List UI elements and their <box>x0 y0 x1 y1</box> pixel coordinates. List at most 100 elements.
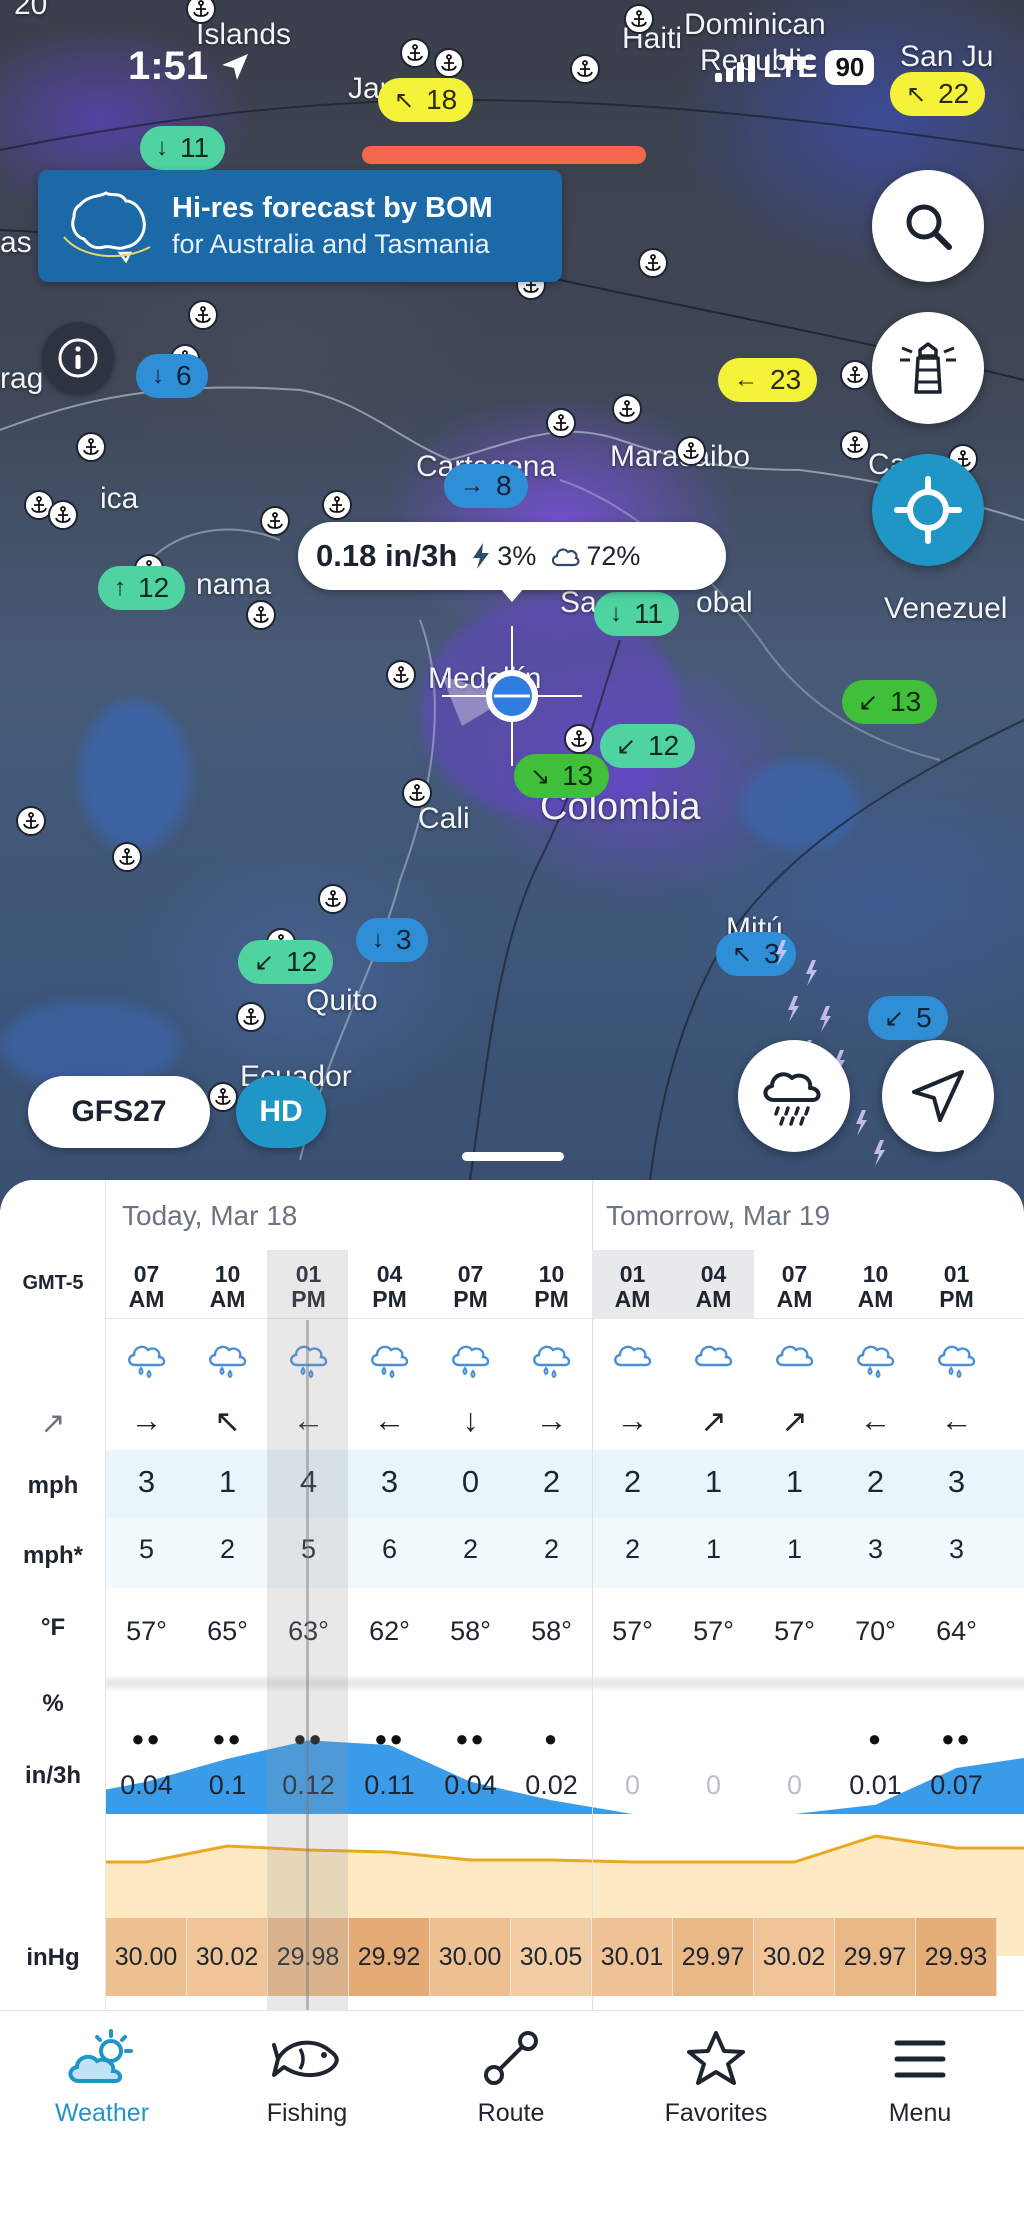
nav-fishing[interactable]: Fishing <box>222 2029 392 2128</box>
precipitation-chart <box>106 1740 1024 1814</box>
cloud-cover: 72% <box>550 541 640 572</box>
hour-cell[interactable]: 01 PM <box>916 1262 997 1312</box>
hour-period: AM <box>128 1286 165 1312</box>
timezone-label: GMT-5 <box>22 1272 84 1294</box>
hour-cell[interactable]: 07 AM <box>754 1262 835 1312</box>
wind-gust-value: 2 <box>219 1534 236 1564</box>
wind-gust-value: 3 <box>948 1534 965 1564</box>
hour-period: PM <box>372 1286 407 1312</box>
bom-forecast-banner[interactable]: Hi-res forecast by BOM for Australia and… <box>38 170 562 282</box>
nav-favorites[interactable]: Favorites <box>631 2029 801 2128</box>
nav-favorites-label: Favorites <box>664 2099 768 2127</box>
search-button[interactable] <box>872 170 984 282</box>
cloud-rain-icon <box>835 1332 916 1382</box>
pressure-value: 30.05 <box>511 1918 592 1996</box>
hour-value: 07 <box>781 1261 808 1287</box>
precipitation-value: 0.11 <box>364 1770 415 1800</box>
my-location-button[interactable] <box>872 454 984 566</box>
hour-cell[interactable]: 10 PM <box>511 1262 592 1312</box>
precip-drops: ●● <box>131 1726 162 1751</box>
precip-tooltip[interactable]: 0.18 in/3h 3% 72% <box>298 522 726 590</box>
wind-speed-label: mph <box>27 1472 79 1499</box>
info-button[interactable] <box>42 322 114 394</box>
hour-value: 10 <box>538 1261 565 1287</box>
forecast-sheet[interactable]: GMT-5 ↗ mph mph* °F % in/3h inHg Today, … <box>0 1180 1024 2010</box>
lightning-value: 3% <box>497 540 537 571</box>
nav-weather[interactable]: Weather <box>17 2029 187 2128</box>
app-root: 20 Islands Haiti Dominican Republic San … <box>0 0 1024 2219</box>
weather-map[interactable]: 20 Islands Haiti Dominican Republic San … <box>0 0 1024 1230</box>
lightning-chance: 3% <box>471 541 536 572</box>
precipitation-value: 0.04 <box>444 1770 497 1800</box>
cloud-icon <box>552 548 580 567</box>
wind-speed-value: 2 <box>623 1464 642 1499</box>
hour-value: 10 <box>862 1261 889 1287</box>
precipitation-value: 0 <box>786 1770 803 1800</box>
nav-route[interactable]: Route <box>426 2029 596 2128</box>
nav-route-label: Route <box>477 2099 545 2127</box>
cloud-icon <box>754 1332 835 1382</box>
status-indicators: LTE 90 <box>715 50 875 85</box>
tooltip-pointer <box>500 588 524 602</box>
hour-value: 07 <box>133 1261 160 1287</box>
status-time: 1:51 <box>128 44 209 88</box>
bom-banner-text: Hi-res forecast by BOM for Australia and… <box>172 192 493 260</box>
hour-cell[interactable]: 04 AM <box>673 1262 754 1312</box>
cloud-rain-icon <box>106 1332 187 1382</box>
temperature-value: 57° <box>693 1616 734 1646</box>
hour-cell[interactable]: 04 PM <box>349 1262 430 1312</box>
model-selector-button[interactable]: GFS27 <box>28 1076 210 1148</box>
wind-direction-arrow: → <box>535 1402 568 1438</box>
star-icon <box>687 2031 745 2085</box>
timeline-progress-bar[interactable] <box>362 146 646 164</box>
cloud-rain-icon <box>349 1332 430 1382</box>
wind-gust-value: 3 <box>867 1534 884 1564</box>
precip-drops: ●● <box>941 1726 972 1751</box>
nav-menu[interactable]: Menu <box>835 2029 1005 2128</box>
hd-toggle-button[interactable]: HD <box>236 1076 326 1148</box>
temperature-value: 58° <box>450 1616 491 1646</box>
temperature-value: 64° <box>936 1616 977 1646</box>
australia-map-icon <box>63 191 151 264</box>
pressure-value: 30.00 <box>430 1918 511 1996</box>
hour-value: 07 <box>457 1261 484 1287</box>
sheet-drag-handle[interactable] <box>462 1152 564 1161</box>
hour-cell[interactable]: 10 AM <box>835 1262 916 1312</box>
precip-drops: ●● <box>374 1726 405 1751</box>
wind-direction-arrow: → <box>616 1402 649 1438</box>
hour-period: AM <box>614 1286 651 1312</box>
cloud-icon <box>592 1332 673 1382</box>
wind-gust-value: 6 <box>381 1534 398 1564</box>
cloud-band <box>106 1674 1024 1692</box>
menu-icon <box>894 2040 946 2078</box>
pressure-value: 29.92 <box>349 1918 430 1996</box>
hour-period: PM <box>534 1286 569 1312</box>
hour-period: AM <box>776 1286 813 1312</box>
hour-cell[interactable]: 01 AM <box>592 1262 673 1312</box>
fish-icon <box>272 2040 339 2078</box>
wind-gust-value: 2 <box>462 1534 479 1564</box>
cloud-value: 72% <box>586 540 641 571</box>
layer-selector-button[interactable] <box>738 1040 850 1152</box>
hour-cell[interactable]: 07 PM <box>430 1262 511 1312</box>
navigate-button[interactable] <box>882 1040 994 1152</box>
hour-period: AM <box>857 1286 894 1312</box>
location-marker-icon <box>442 626 582 766</box>
wind-speed-value: 3 <box>137 1464 156 1499</box>
hour-cell[interactable]: 07 AM <box>106 1262 187 1312</box>
wind-gust-value: 5 <box>138 1534 155 1564</box>
lighthouse-button[interactable] <box>872 312 984 424</box>
wind-direction-label: ↗ <box>40 1407 66 1440</box>
temperature-label: °F <box>40 1614 66 1641</box>
bottom-nav: Weather Fishing Route Favorites Menu <box>0 2010 1024 2219</box>
hour-cell[interactable]: 10 AM <box>187 1262 268 1312</box>
temperature-value: 62° <box>369 1616 410 1646</box>
bom-banner-title: Hi-res forecast by BOM <box>172 192 493 224</box>
pressure-value: 30.00 <box>106 1918 187 1996</box>
wind-direction-arrow: → <box>130 1402 163 1438</box>
wind-gust-value: 2 <box>543 1534 560 1564</box>
forecast-grid[interactable]: Today, Mar 18 Tomorrow, Mar 19 07 AM 10 AM 0… <box>106 1180 1024 2010</box>
wind-gust-value: 2 <box>624 1534 641 1564</box>
pressure-value: 29.97 <box>673 1918 754 1996</box>
wind-speed-value: 1 <box>704 1464 723 1499</box>
